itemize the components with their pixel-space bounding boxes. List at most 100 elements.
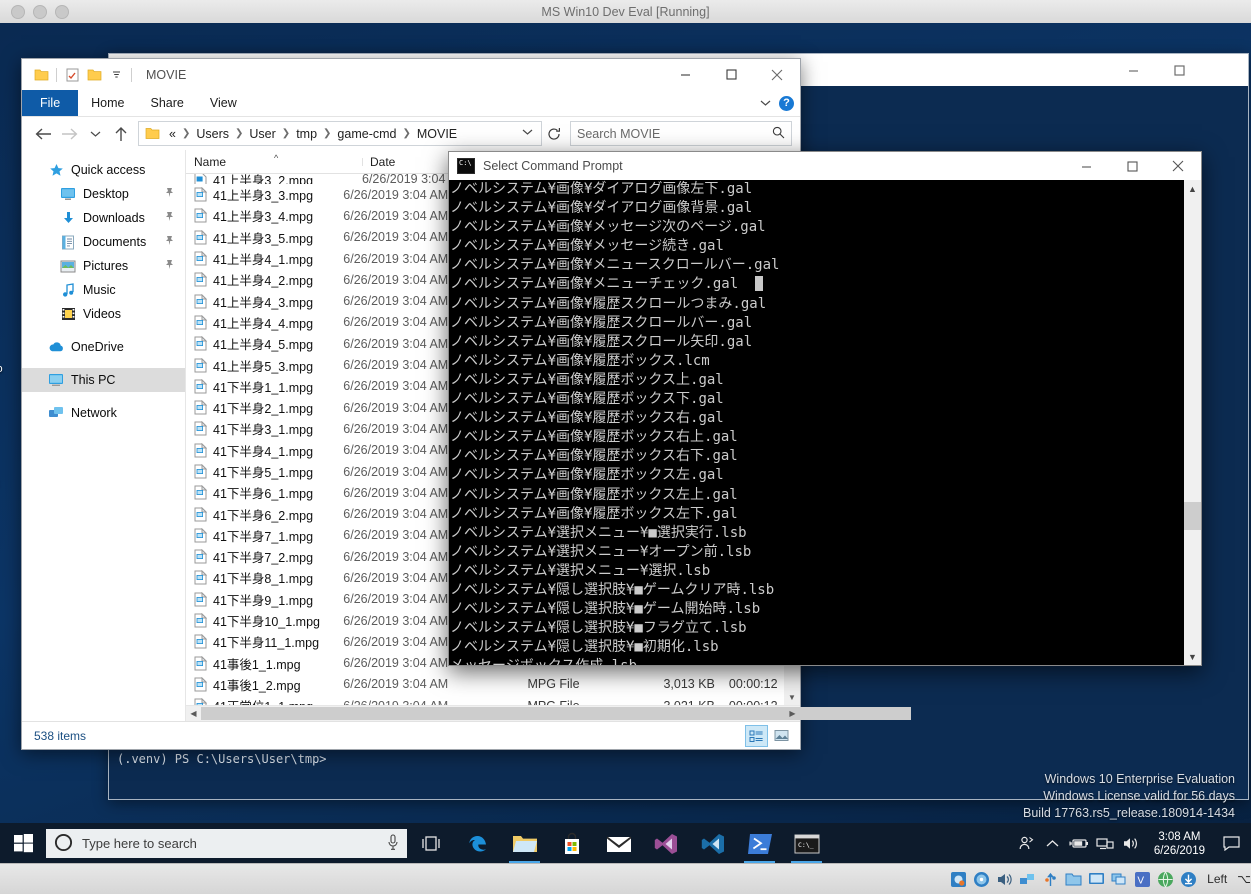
file-name-cell[interactable]: 41上半身4_2.mpg (186, 270, 343, 289)
back-button[interactable] (30, 121, 56, 147)
explorer-window-buttons[interactable] (662, 59, 800, 90)
globe-icon[interactable] (1157, 870, 1174, 888)
people-icon[interactable] (1014, 823, 1040, 864)
display-icon[interactable] (1088, 871, 1105, 888)
background-window-maximize-button[interactable] (1156, 54, 1202, 86)
file-name-cell[interactable]: 41上半身4_4.mpg (186, 313, 343, 332)
file-name-cell[interactable]: 41正常位1_1.mpg (186, 696, 343, 705)
search-input[interactable]: Search MOVIE (570, 121, 792, 146)
file-name-cell[interactable]: 41上半身4_3.mpg (186, 292, 343, 311)
quick-access-toolbar[interactable] (22, 64, 136, 86)
table-row[interactable]: 41事後1_2.mpg 6/26/2019 3:04 AM MPG File 3,01… (186, 674, 800, 695)
task-view-button[interactable] (407, 823, 454, 864)
sidebar-item-this-pc[interactable]: This PC (22, 368, 185, 392)
explorer-minimize-button[interactable] (662, 59, 708, 90)
search-icon[interactable] (772, 126, 785, 142)
usb-icon[interactable] (1042, 871, 1059, 888)
properties-icon[interactable] (61, 64, 83, 86)
breadcrumb-movie[interactable]: MOVIE (413, 127, 461, 141)
explorer-maximize-button[interactable] (708, 59, 754, 90)
breadcrumb-tmp[interactable]: tmp (292, 127, 321, 141)
command-prompt-close-button[interactable] (1155, 152, 1201, 180)
file-name-cell[interactable]: 41下半身10_1.mpg (186, 611, 343, 630)
file-name-cell[interactable]: 41下半身4_1.mpg (186, 441, 343, 460)
breadcrumb-user[interactable]: User (245, 127, 279, 141)
file-name-cell[interactable]: 41上半身3_4.mpg (186, 206, 343, 225)
file-name-cell[interactable]: 41下半身5_1.mpg (186, 462, 343, 481)
file-name-cell[interactable]: 41下半身7_1.mpg (186, 526, 343, 545)
download-icon[interactable] (1180, 871, 1197, 888)
explorer-close-button[interactable] (754, 59, 800, 90)
column-header-name[interactable]: ^ Name (186, 153, 362, 169)
file-name-cell[interactable]: 41下半身8_1.mpg (186, 568, 343, 587)
action-center-button[interactable] (1215, 823, 1247, 864)
command-prompt-titlebar[interactable]: C:\ Select Command Prompt (449, 152, 1201, 180)
background-window-minimize-button[interactable] (1110, 54, 1156, 86)
file-name-cell[interactable]: 41事後1_1.mpg (186, 654, 343, 673)
scroll-down-arrow-icon[interactable]: ▼ (1184, 648, 1201, 665)
battery-icon[interactable] (1066, 823, 1092, 864)
file-name-cell[interactable]: 41上半身4_5.mpg (186, 334, 343, 353)
file-name-cell[interactable]: 41下半身3_1.mpg (186, 419, 343, 438)
command-prompt-scrollbar[interactable]: ▲ ▼ (1184, 180, 1201, 665)
sidebar-item-onedrive[interactable]: OneDrive (22, 335, 185, 359)
new-folder-icon[interactable] (83, 64, 105, 86)
pin-icon[interactable] (164, 259, 175, 273)
file-name-cell[interactable]: 41上半身3_3.mpg (186, 185, 343, 204)
taskbar-mail-button[interactable] (595, 823, 642, 864)
explorer-address-bar[interactable]: « ❯ Users ❯ User ❯ tmp ❯ game-cmd ❯ MOVI… (22, 117, 800, 150)
folder-icon[interactable] (30, 64, 52, 86)
tab-share[interactable]: Share (138, 90, 197, 116)
volume-icon[interactable] (1118, 823, 1144, 864)
forward-button[interactable] (56, 121, 82, 147)
explorer-navigation-pane[interactable]: Quick access Desktop Downloads Documents… (22, 150, 186, 721)
file-name-cell[interactable]: 41下半身6_1.mpg (186, 483, 343, 502)
system-tray[interactable]: 3:08 AM 6/26/2019 (1014, 823, 1251, 864)
shared-folder-icon[interactable] (1065, 871, 1082, 888)
sidebar-item-quick-access[interactable]: Quick access (22, 158, 185, 182)
sidebar-item-desktop[interactable]: Desktop (22, 182, 185, 206)
scroll-right-arrow-icon[interactable]: ▶ (785, 709, 800, 718)
scroll-up-arrow-icon[interactable]: ▲ (1184, 180, 1201, 197)
file-name-cell[interactable]: 41下半身2_1.mpg (186, 398, 343, 417)
command-prompt-window-buttons[interactable] (1063, 152, 1201, 180)
tab-home[interactable]: Home (78, 90, 137, 116)
large-icons-view-button[interactable] (771, 725, 792, 745)
customize-caret-icon[interactable] (105, 64, 127, 86)
up-button[interactable] (108, 121, 134, 147)
tab-view[interactable]: View (197, 90, 250, 116)
breadcrumb-game-cmd[interactable]: game-cmd (333, 127, 400, 141)
view-mode-buttons[interactable] (745, 725, 792, 747)
file-name-cell[interactable]: 41上半身4_1.mpg (186, 249, 343, 268)
taskbar-edge-button[interactable] (454, 823, 501, 864)
file-name-cell[interactable]: 41事後1_2.mpg (186, 675, 343, 694)
network-icon[interactable] (1019, 871, 1036, 888)
table-row[interactable]: 41正常位1_1.mpg6/26/2019 3:04 AMMPG File3,0… (186, 695, 800, 705)
windows-taskbar[interactable]: Type here to search C:\_ 3:08 AM 6/26/20… (0, 823, 1251, 864)
scroll-down-arrow-icon[interactable]: ▼ (784, 689, 800, 705)
command-prompt-window[interactable]: C:\ Select Command Prompt ノベルシステム¥画像¥ダイア… (448, 151, 1202, 666)
scrollbar-thumb[interactable] (1184, 502, 1201, 530)
file-name-cell[interactable]: 41下半身1_1.mpg (186, 377, 343, 396)
sidebar-item-pictures[interactable]: Pictures (22, 254, 185, 278)
optical-disk-icon[interactable] (973, 871, 990, 888)
sidebar-item-videos[interactable]: Videos (22, 302, 185, 326)
taskbar-file-explorer-button[interactable] (501, 823, 548, 864)
taskbar-powershell-button[interactable] (736, 823, 783, 864)
virtualbox-status-bar[interactable]: V Left ⌥ (0, 863, 1251, 894)
file-list-horizontal-scrollbar[interactable]: ◀ ▶ (186, 705, 911, 721)
file-name-cell[interactable]: 41上半身5_3.mpg (186, 356, 343, 375)
recording-icon[interactable] (1111, 871, 1128, 888)
details-view-button[interactable] (745, 725, 768, 747)
command-prompt-maximize-button[interactable] (1109, 152, 1155, 180)
sidebar-item-network[interactable]: Network (22, 401, 185, 425)
recent-locations-button[interactable] (82, 121, 108, 147)
file-name-cell[interactable]: 41下半身6_2.mpg (186, 505, 343, 524)
breadcrumb-users[interactable]: Users (192, 127, 233, 141)
windows-desktop[interactable]: R N De Co De C (0, 23, 1251, 894)
scroll-left-arrow-icon[interactable]: ◀ (186, 709, 201, 718)
help-button[interactable]: ? (779, 95, 794, 111)
explorer-titlebar[interactable]: MOVIE (22, 59, 800, 90)
chevron-down-icon[interactable] (760, 94, 771, 112)
breadcrumb[interactable]: « ❯ Users ❯ User ❯ tmp ❯ game-cmd ❯ MOVI… (138, 121, 542, 146)
